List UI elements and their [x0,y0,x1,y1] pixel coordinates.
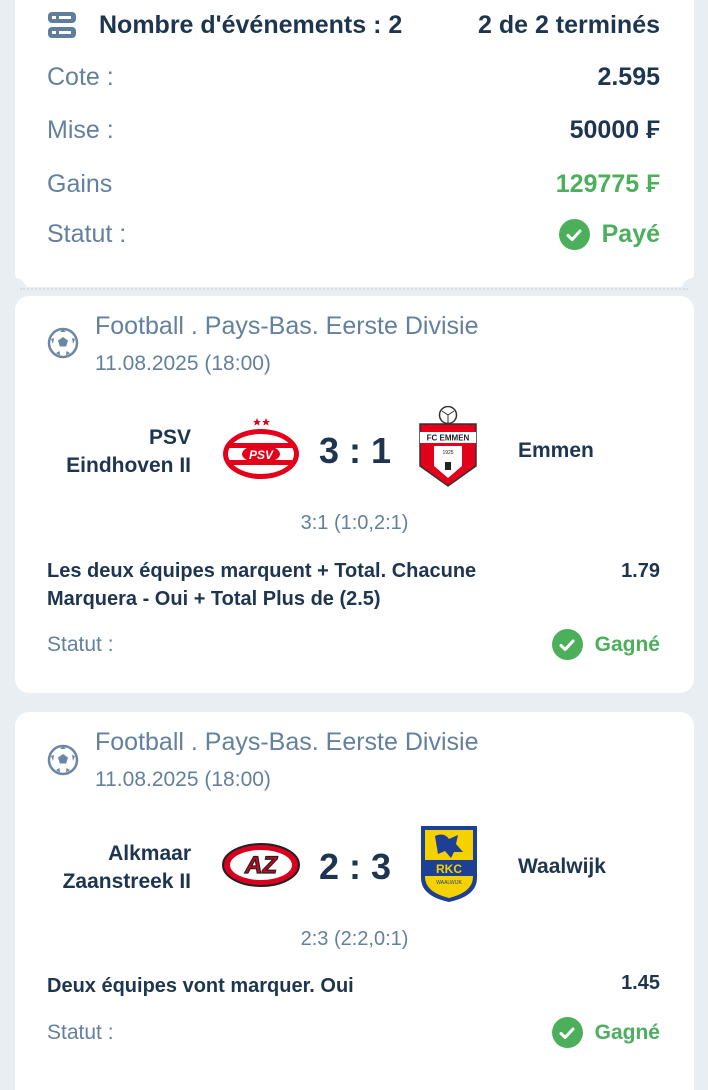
odds-row: Cote : 2.595 [47,63,660,92]
football-icon [47,744,79,776]
ticket-notch [4,691,26,713]
stake-value: 50000 ₣ [569,116,660,144]
home-team-line2: Eindhoven II [66,454,191,477]
league-name: Football . Pays-Bas. Eerste Divisie [95,312,479,340]
check-circle-icon [551,629,583,660]
event-card: Football . Pays-Bas. Eerste Divisie 11.0… [15,296,694,693]
home-team: Alkmaar Zaanstreek II [63,840,191,896]
odds-label: Cote : [47,63,114,91]
az-logo-icon: AZ [222,843,300,887]
event-date: 11.08.2025 (18:00) [95,768,271,791]
status-value: Payé [601,220,660,248]
check-circle-icon [558,219,590,250]
score-detail: 3:1 (1:0,2:1) [300,512,409,534]
match-score: 2 : 3 [318,846,392,887]
completed-count: 2 de 2 terminés [477,10,660,39]
event-status-label: Statut : [47,1020,114,1044]
psv-logo-icon: PSV [223,418,299,479]
event-status-row: Statut : Gagné [47,1017,660,1048]
rkc-waalwijk-logo-icon: RKC WAALWIJK [421,826,477,902]
status-label: Statut : [47,220,127,248]
bet-market: Deux équipes vont marquer. Oui [47,975,354,997]
event-card: Football . Pays-Bas. Eerste Divisie 11.0… [15,712,694,1090]
winnings-value: 129775 ₣ [555,170,660,198]
ticket-notch [682,691,704,713]
summary-header: Nombre d'événements : 2 2 de 2 terminés [47,10,660,40]
away-team: Emmen [518,439,594,462]
bet-market: Les deux équipes marquent + Total. Chacu… [47,560,477,610]
stake-row: Mise : 50000 ₣ [47,116,660,145]
away-team: Waalwijk [518,855,606,878]
football-icon [47,327,79,359]
bet-odd: 1.79 [621,560,660,582]
home-team-line2: Zaanstreek II [62,870,191,893]
ticket-divider [20,288,688,290]
event-status-badge: Gagné [551,629,660,660]
winnings-label: Gains [47,170,113,198]
check-circle-icon [551,1017,583,1048]
match-score: 3 : 1 [318,430,392,471]
home-team-line1: PSV [148,426,191,449]
winnings-row: Gains 129775 ₣ [47,170,660,199]
stake-label: Mise : [47,116,114,144]
score-detail: 2:3 (2:2,0:1) [300,928,409,950]
event-status-row: Statut : Gagné [47,629,660,660]
rkc-logo-subtext: WAALWIJK [436,880,462,886]
home-team-line1: Alkmaar [108,842,191,865]
event-status-badge: Gagné [551,1017,660,1048]
odds-value: 2.595 [597,63,660,91]
status-badge: Payé [558,219,660,250]
az-logo-text: AZ [244,852,278,879]
event-status-label: Statut : [47,632,114,656]
event-date: 11.08.2025 (18:00) [95,352,271,375]
event-status-value: Gagné [594,1020,660,1044]
event-status-value: Gagné [594,632,660,656]
events-list-icon [48,12,76,38]
fc-emmen-logo-icon: FC EMMEN 1925 [419,406,477,487]
status-row: Statut : Payé [47,219,660,250]
psv-logo-text: PSV [249,448,274,462]
emmen-logo-year: 1925 [442,450,453,456]
bet-odd: 1.45 [621,972,660,994]
emmen-logo-text: FC EMMEN [427,434,470,443]
home-team: PSV Eindhoven II [66,424,191,480]
bet-summary-card: Nombre d'événements : 2 2 de 2 terminés … [15,0,694,287]
league-name: Football . Pays-Bas. Eerste Divisie [95,728,479,756]
events-count: Nombre d'événements : 2 [99,10,403,39]
rkc-logo-text: RKC [436,862,462,876]
